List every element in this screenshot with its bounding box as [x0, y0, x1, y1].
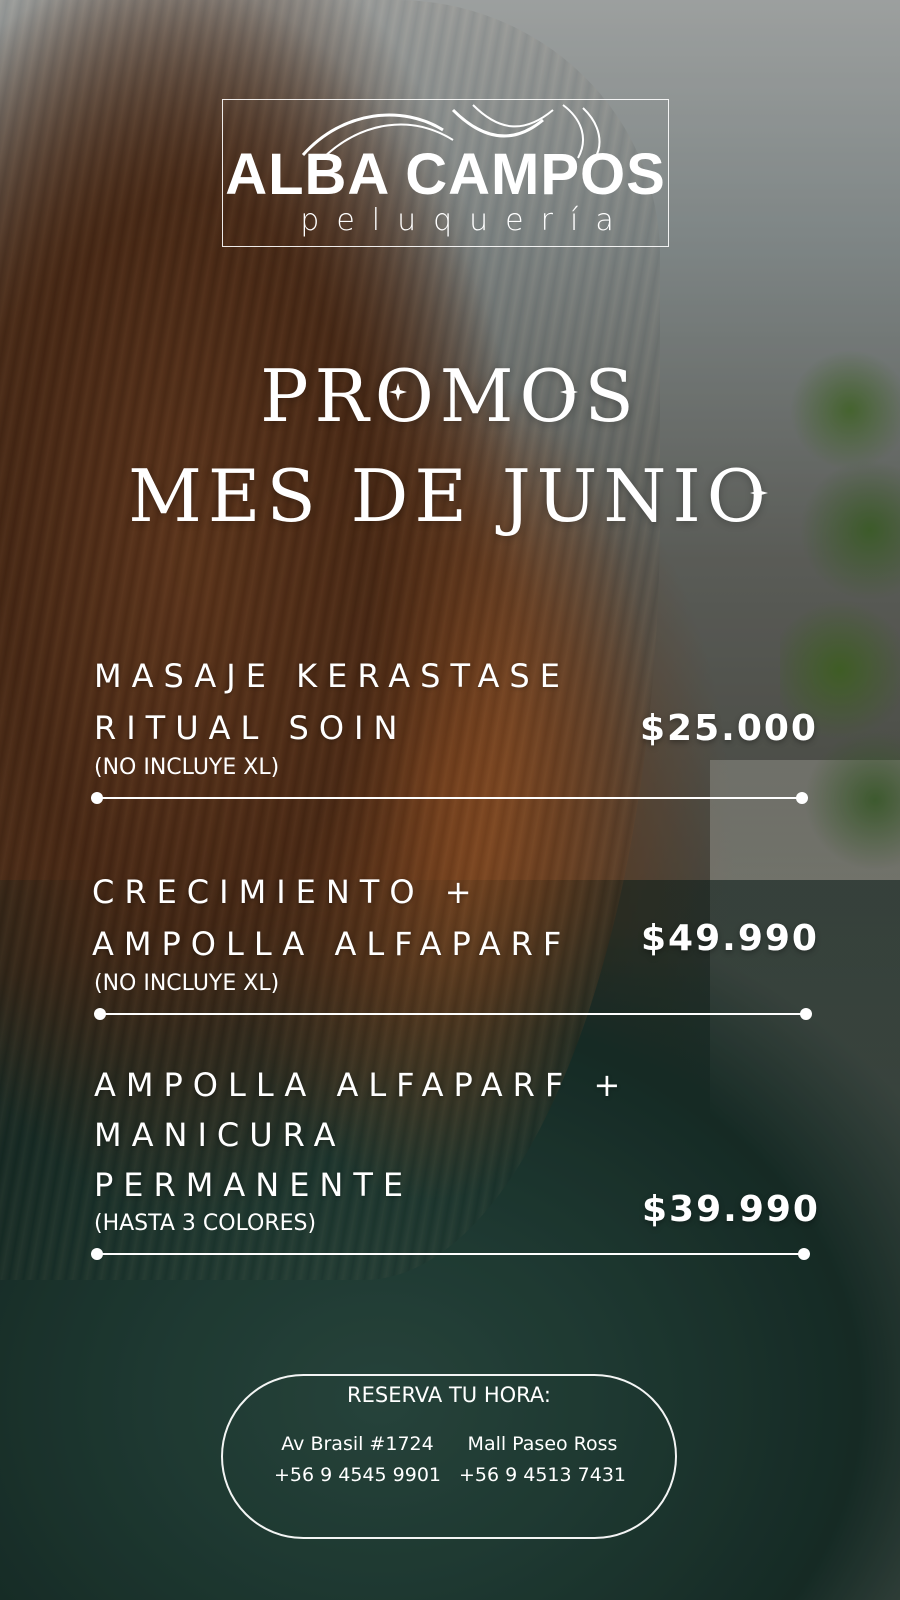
- booking-contact-box: RESERVA TU HORA: Av Brasil #1724 +56 9 4…: [221, 1374, 677, 1539]
- brand-logo: ALBA CAMPOS peluquería: [222, 99, 669, 247]
- logo-subtitle: peluquería: [300, 203, 631, 238]
- sparkle-icon: [389, 383, 407, 401]
- logo-name: ALBA CAMPOS: [225, 142, 666, 207]
- location-phone: +56 9 4513 7431: [458, 1464, 626, 1486]
- location-column: Av Brasil #1724 +56 9 4545 9901: [265, 1429, 450, 1491]
- promo-3-price: $39.990: [642, 1189, 820, 1230]
- promo-2-note: (NO INCLUYE XL): [94, 971, 280, 996]
- promo-3-name-line-1: AMPOLLA ALFAPARF +: [94, 1066, 631, 1104]
- headline-line-1: PROMOS: [260, 354, 640, 438]
- promo-1-note: (NO INCLUYE XL): [94, 755, 280, 780]
- promo-2-divider: [94, 1008, 812, 1020]
- promo-2-name-line-1: CRECIMIENTO +: [92, 873, 482, 911]
- promo-poster: ALBA CAMPOS peluquería PROMOS MES DE JUN…: [0, 0, 900, 1600]
- promo-2-name-line-2: AMPOLLA ALFAPARF: [92, 925, 572, 963]
- location-column: Mall Paseo Ross +56 9 4513 7431: [450, 1429, 635, 1491]
- sparkle-icon: [750, 484, 768, 502]
- booking-title: RESERVA TU HORA:: [347, 1383, 551, 1407]
- location-phone: +56 9 4545 9901: [273, 1464, 441, 1486]
- location-address: Mall Paseo Ross: [467, 1433, 618, 1455]
- promo-1-name-line-2: RITUAL SOIN: [94, 709, 408, 747]
- promo-3-name-line-3: PERMANENTE: [94, 1166, 414, 1204]
- promo-1-divider: [91, 792, 808, 804]
- sparkle-icon: [560, 383, 578, 401]
- promo-1-name-line-1: MASAJE KERASTASE: [94, 657, 570, 695]
- promo-3-divider: [91, 1248, 810, 1260]
- promo-3-name-line-2: MANICURA: [94, 1116, 346, 1154]
- promo-1-price: $25.000: [640, 708, 818, 749]
- promo-3-note: (HASTA 3 COLORES): [94, 1211, 317, 1236]
- location-address: Av Brasil #1724: [281, 1433, 434, 1455]
- promo-2-price: $49.990: [641, 918, 819, 959]
